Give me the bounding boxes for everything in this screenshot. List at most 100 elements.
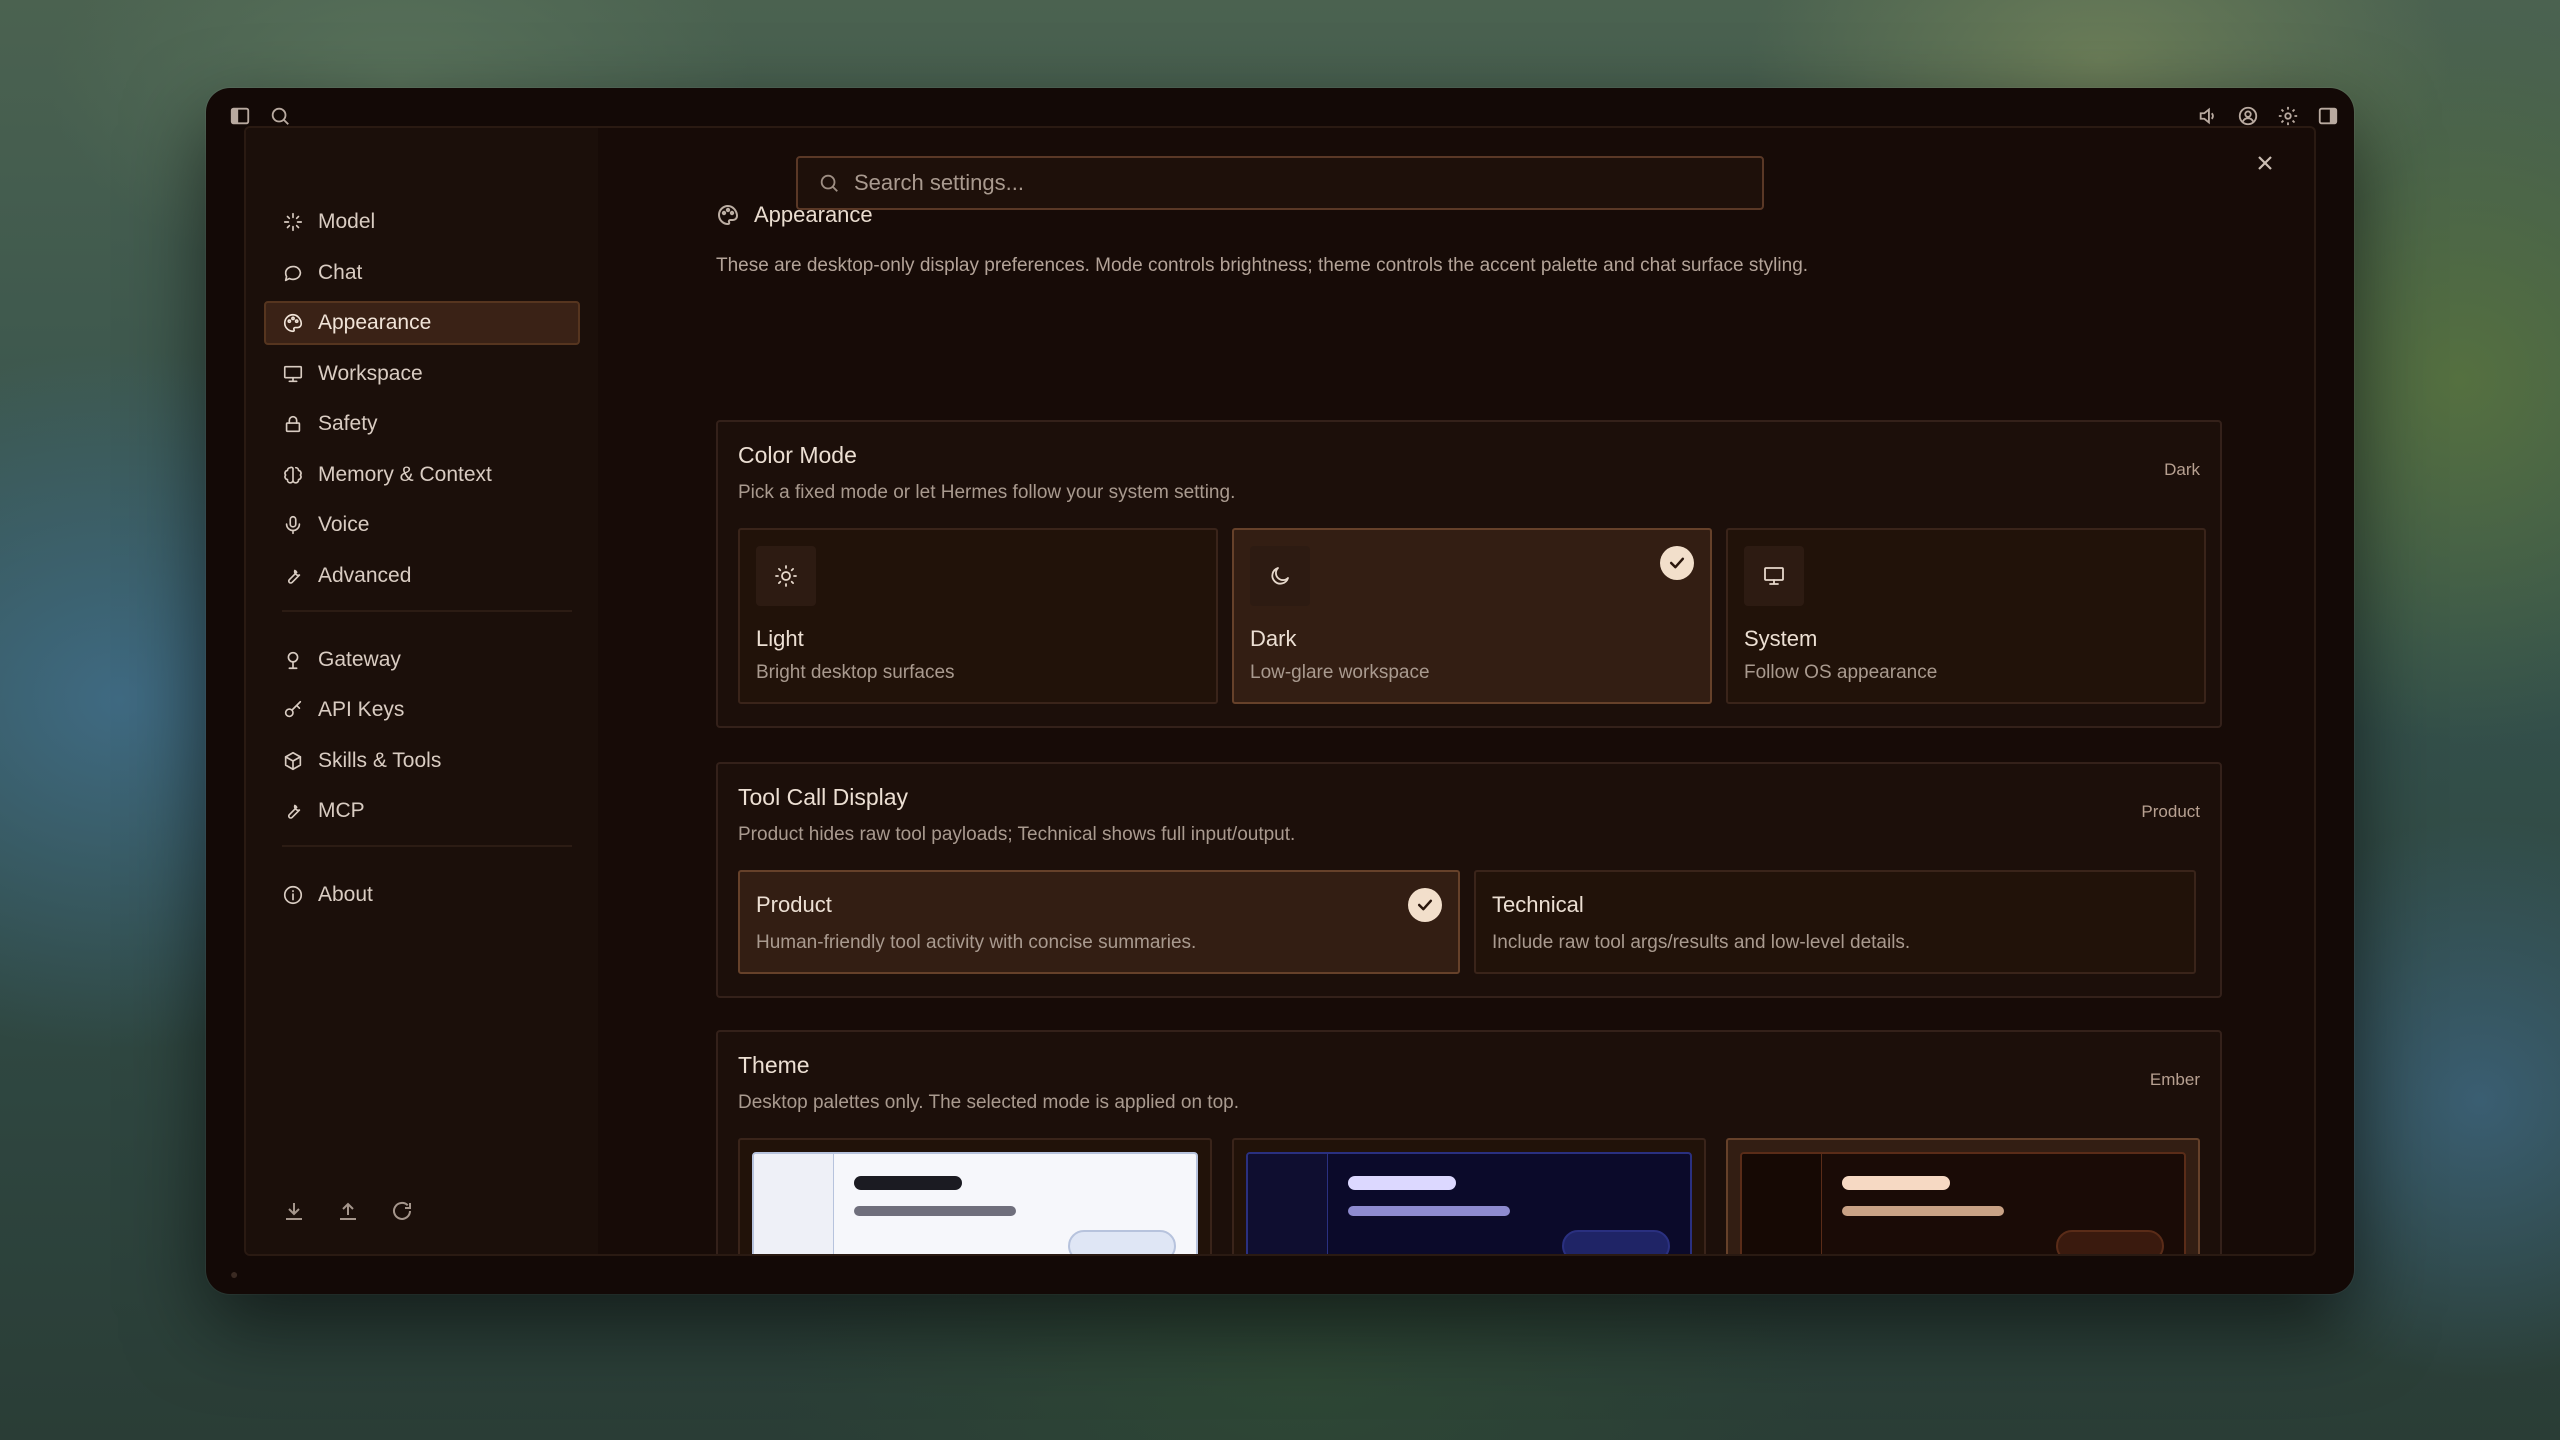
settings-sidebar: Model Chat Appearance Workspace Safety Memory…	[246, 128, 598, 1254]
info-icon	[282, 884, 304, 906]
preview-rail	[1742, 1154, 1822, 1254]
sidebar-item-label: Safety	[318, 412, 378, 435]
palette-icon	[718, 204, 739, 226]
theme-preview	[1246, 1152, 1692, 1254]
moon-icon	[1250, 546, 1310, 606]
option-name: Product	[756, 892, 832, 917]
lock-icon	[282, 413, 304, 435]
settings-nav: Model Chat Appearance Workspace Safety Memory…	[264, 200, 580, 924]
chat-bubble-icon	[282, 262, 304, 284]
option-name: Light	[756, 626, 804, 651]
sidebar-item-mcp[interactable]: MCP	[264, 789, 580, 833]
sidebar-divider	[282, 845, 572, 847]
monitor-icon	[282, 363, 304, 385]
sidebar-item-safety[interactable]: Safety	[264, 402, 580, 446]
preview-line	[854, 1206, 1016, 1216]
preview-pill	[1562, 1230, 1670, 1254]
sidebar-item-label: Advanced	[318, 563, 412, 587]
preview-line	[1842, 1206, 2004, 1216]
download-icon[interactable]	[282, 1199, 306, 1228]
sidebar-item-label: Voice	[318, 513, 370, 536]
sidebar-item-label: Workspace	[318, 361, 423, 385]
preview-line	[854, 1176, 962, 1190]
option-description: Low-glare workspace	[1250, 662, 1430, 683]
check-icon	[1408, 888, 1442, 922]
upload-icon[interactable]	[336, 1199, 360, 1228]
theme-section: Theme Desktop palettes only. The selecte…	[716, 1030, 2222, 1254]
tool-display-option-product[interactable]: Product Human-friendly tool activity wit…	[738, 870, 1460, 974]
option-name: Dark	[1250, 626, 1297, 651]
monitor-icon	[1744, 546, 1804, 606]
status-bar: ●	[206, 1254, 2354, 1294]
color-mode-section: Color Mode Pick a fixed mode or let Herm…	[716, 420, 2222, 728]
sidebar-item-appearance[interactable]: Appearance	[264, 301, 580, 345]
tool-display-option-technical[interactable]: Technical Include raw tool args/results …	[1474, 870, 2196, 974]
search-input[interactable]	[854, 170, 1734, 196]
theme-option-ember[interactable]: Ember	[1726, 1138, 2200, 1254]
sidebar-item-workspace[interactable]: Workspace	[264, 352, 580, 396]
sidebar-item-label: Chat	[318, 260, 363, 284]
mode-option-system[interactable]: System Follow OS appearance	[1726, 528, 2206, 704]
option-name: System	[1744, 626, 1818, 651]
mode-option-dark[interactable]: Dark Low-glare workspace	[1232, 528, 1712, 704]
current-value-badge: Product	[2141, 802, 2200, 821]
section-title: Theme	[738, 1052, 810, 1078]
section-subtitle: Pick a fixed mode or let Hermes follow y…	[738, 482, 1236, 503]
option-description: Bright desktop surfaces	[756, 662, 955, 683]
preview-rail	[754, 1154, 834, 1254]
settings-content: Appearance These are desktop-only displa…	[700, 128, 2314, 1254]
page-description: These are desktop-only display preferenc…	[716, 255, 1809, 276]
theme-option-midnight[interactable]: Midnight	[1232, 1138, 1706, 1254]
theme-option-nous[interactable]: Nous	[738, 1138, 1212, 1254]
tool-call-section: Tool Call Display Product hides raw tool…	[716, 762, 2222, 998]
option-description: Include raw tool args/results and low-le…	[1492, 932, 1911, 953]
key-icon	[282, 699, 304, 721]
sidebar-item-skills-tools[interactable]: Skills & Tools	[264, 739, 580, 783]
theme-preview	[752, 1152, 1198, 1254]
sidebar-item-chat[interactable]: Chat	[264, 251, 580, 295]
sidebar-item-label: About	[318, 883, 373, 906]
section-title: Tool Call Display	[738, 784, 909, 810]
preview-line	[1348, 1206, 1510, 1216]
sidebar-item-model[interactable]: Model	[264, 200, 580, 244]
palette-icon	[282, 312, 304, 334]
sidebar-item-label: Memory & Context	[318, 462, 492, 486]
sidebar-item-advanced[interactable]: Advanced	[264, 554, 580, 598]
app-window: Model Chat Appearance Workspace Safety Memory…	[206, 88, 2354, 1294]
sidebar-item-label: MCP	[318, 799, 365, 822]
section-subtitle: Product hides raw tool payloads; Technic…	[738, 824, 1296, 845]
search-icon	[820, 174, 838, 192]
option-name: Technical	[1492, 892, 1584, 917]
sidebar-item-label: Gateway	[318, 647, 401, 671]
preview-pill	[2056, 1230, 2164, 1254]
sun-icon	[756, 546, 816, 606]
preview-rail	[1248, 1154, 1328, 1254]
preview-line	[1348, 1176, 1456, 1190]
sidebar-item-about[interactable]: About	[264, 873, 580, 917]
panel-toggle-icon[interactable]	[2314, 102, 2342, 130]
sidebar-item-voice[interactable]: Voice	[264, 503, 580, 547]
status-dot-icon: ●	[230, 1266, 239, 1282]
gateway-icon	[282, 649, 304, 671]
current-value-badge: Dark	[2164, 460, 2200, 479]
preview-pill	[1068, 1230, 1176, 1254]
settings-search[interactable]	[796, 156, 1764, 210]
mode-option-light[interactable]: Light Bright desktop surfaces	[738, 528, 1218, 704]
sidebar-item-label: API Keys	[318, 698, 405, 721]
sidebar-item-gateway[interactable]: Gateway	[264, 638, 580, 682]
sidebar-item-api-keys[interactable]: API Keys	[264, 688, 580, 732]
settings-dialog: Model Chat Appearance Workspace Safety Memory…	[244, 126, 2316, 1256]
brain-icon	[282, 464, 304, 486]
sparkles-icon	[282, 211, 304, 233]
sidebar-item-label: Appearance	[318, 311, 432, 334]
option-description: Follow OS appearance	[1744, 662, 1938, 683]
reset-icon[interactable]	[390, 1199, 414, 1228]
sidebar-item-label: Skills & Tools	[318, 748, 442, 772]
microphone-icon	[282, 514, 304, 536]
preview-line	[1842, 1176, 1950, 1190]
current-value-badge: Ember	[2149, 1070, 2200, 1089]
sidebar-item-memory-context[interactable]: Memory & Context	[264, 453, 580, 497]
section-subtitle: Desktop palettes only. The selected mode…	[738, 1092, 1239, 1113]
theme-preview	[1740, 1152, 2186, 1254]
wrench-icon	[282, 565, 304, 587]
